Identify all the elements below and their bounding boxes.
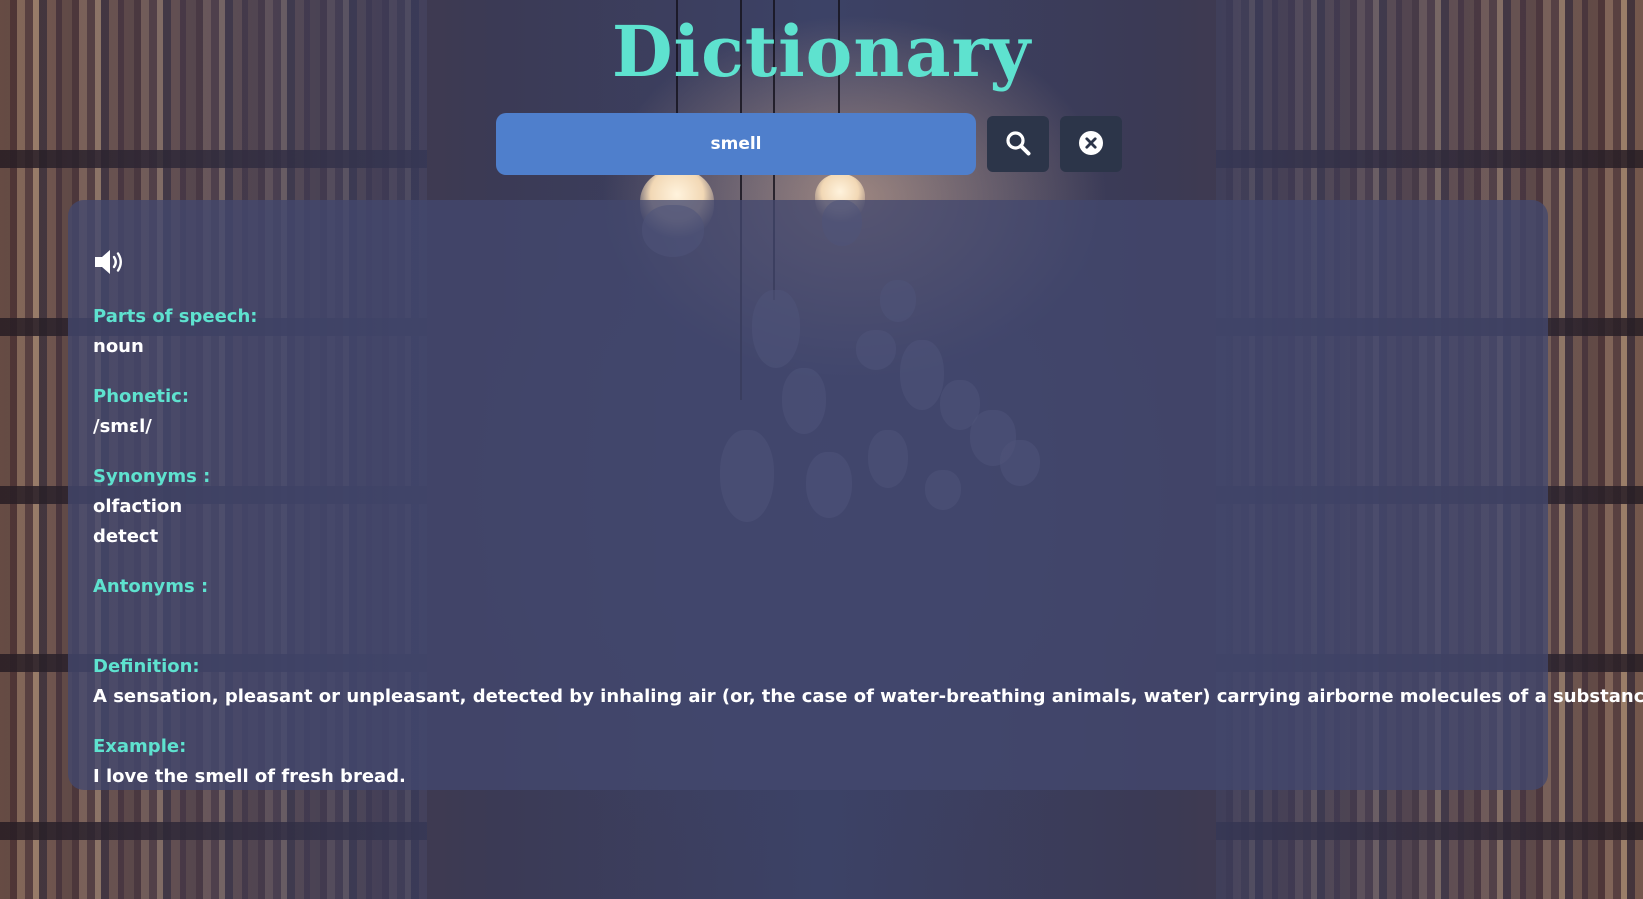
definition-label: Definition: (93, 656, 200, 677)
antonyms-list (93, 602, 1524, 632)
parts-of-speech-section: Parts of speech: noun (93, 302, 1524, 362)
parts-of-speech-value: noun (93, 336, 144, 357)
search-bar (496, 113, 1122, 175)
synonyms-label: Synonyms : (93, 466, 211, 487)
synonym-item: olfaction (93, 496, 183, 517)
search-input[interactable] (496, 113, 976, 175)
phonetic-section: Phonetic: /smɛl/ (93, 382, 1524, 442)
synonyms-section: Synonyms : olfaction detect (93, 462, 1524, 552)
close-circle-icon (1078, 130, 1104, 159)
phonetic-value: /smɛl/ (93, 416, 152, 437)
antonyms-section: Antonyms : (93, 572, 1524, 632)
page-title: Dictionary (611, 10, 1032, 93)
parts-of-speech-label: Parts of speech: (93, 306, 258, 327)
antonyms-label: Antonyms : (93, 576, 209, 597)
definition-section: Definition: A sensation, pleasant or unp… (93, 652, 1643, 712)
search-icon (1005, 130, 1031, 159)
clear-button[interactable] (1060, 116, 1122, 172)
result-card: Parts of speech: noun Phonetic: /smɛl/ S… (68, 200, 1643, 792)
definition-value: A sensation, pleasant or unpleasant, det… (93, 686, 1643, 707)
synonyms-list: olfaction detect (93, 492, 1524, 552)
search-button[interactable] (987, 116, 1049, 172)
synonym-item: detect (93, 526, 159, 547)
phonetic-label: Phonetic: (93, 386, 190, 407)
example-section: Example: I love the smell of fresh bread… (93, 732, 1524, 792)
example-value: I love the smell of fresh bread. (93, 766, 406, 787)
speaker-icon[interactable] (93, 246, 127, 278)
example-label: Example: (93, 736, 187, 757)
